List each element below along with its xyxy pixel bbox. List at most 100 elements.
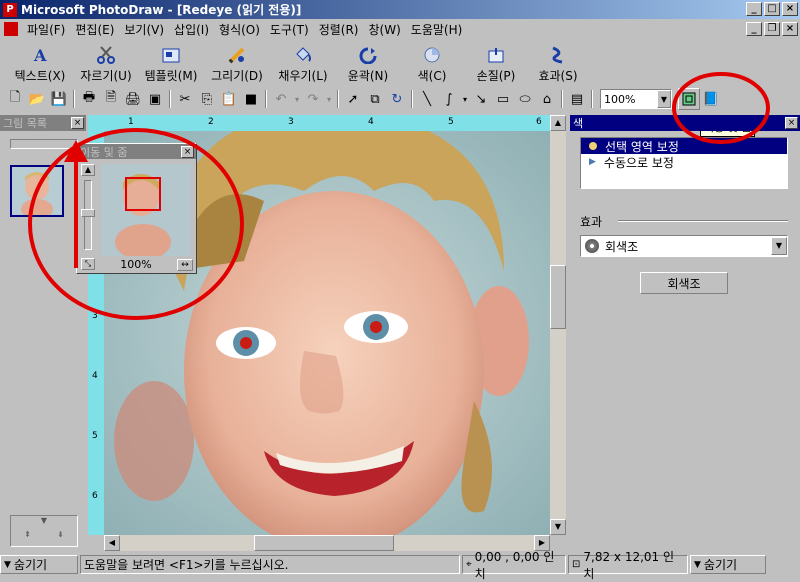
arrow-line-icon[interactable]: ↘ [470, 88, 492, 110]
doc-restore-button[interactable]: ❐ [764, 22, 780, 36]
hide-left-button[interactable]: ▼ 숨기기 [0, 555, 78, 574]
draw-button[interactable]: 그리기(D) [204, 41, 270, 87]
pan-zoom-title-bar[interactable]: 이동 및 줌 × [77, 144, 196, 159]
camera-icon[interactable]: ▣ [144, 88, 166, 110]
document-icon[interactable] [4, 22, 18, 36]
touchup-button[interactable]: 손질(P) [464, 41, 528, 87]
curve-dropdown-icon[interactable]: ▾ [460, 88, 470, 110]
scan-icon[interactable]: 🖨 [122, 88, 144, 110]
rotate-icon[interactable]: ↻ [386, 88, 408, 110]
draw-button-label: 그리기(D) [211, 69, 263, 83]
list-item-label: 수동으로 보정 [603, 155, 674, 170]
zoom-slider-thumb[interactable] [81, 209, 95, 217]
minimize-button[interactable]: _ [746, 2, 762, 16]
print-preview-icon[interactable]: 🗎 [100, 88, 122, 110]
standard-toolbar: 🗋 📂 💾 🖶 🗎 🖨 ▣ ✂ ⎘ 📋 ■ ↶ ▾ ↷ ▾ ➚ ⧉ ↻ ╲ ∫ … [4, 87, 744, 111]
undo-dropdown-icon[interactable]: ▾ [292, 88, 302, 110]
close-icon[interactable]: × [71, 117, 84, 129]
menu-help[interactable]: 도움말(H) [406, 21, 468, 38]
fit-width-icon[interactable]: ↔ [177, 259, 193, 271]
vertical-scroll-thumb[interactable] [550, 265, 566, 329]
undo-icon[interactable]: ↶ [270, 88, 292, 110]
menu-edit[interactable]: 편집(E) [70, 21, 119, 38]
picture-list-scroll-up[interactable] [10, 139, 78, 149]
ruler-h-6: 6 [536, 117, 542, 127]
effects-icon [547, 45, 569, 65]
doc-close-button[interactable]: × [782, 22, 798, 36]
outline-button[interactable]: 윤곽(N) [336, 41, 400, 87]
picture-thumbnail[interactable] [10, 165, 64, 217]
template-button[interactable]: 템플릿(M) [138, 41, 204, 87]
zoom-combo[interactable]: 100% ▼ [600, 89, 672, 109]
chevron-down-icon[interactable]: ▼ [771, 237, 787, 255]
horizontal-scroll-thumb[interactable] [254, 535, 394, 551]
scroll-up-icon[interactable]: ▲ [550, 115, 566, 131]
scroll-first-icon[interactable]: ⇞ [24, 530, 31, 539]
zoom-in-icon[interactable]: ▲ [81, 164, 95, 176]
effect-label: 효과 [580, 215, 603, 229]
ruler-h-4: 4 [368, 117, 374, 127]
copy-icon[interactable]: ⎘ [196, 88, 218, 110]
maximize-button[interactable]: □ [764, 2, 780, 16]
menu-tools[interactable]: 도구(T) [265, 21, 314, 38]
menu-insert[interactable]: 삽입(I) [169, 21, 214, 38]
text-icon: A [29, 45, 51, 65]
ruler-h-5: 5 [448, 117, 454, 127]
ruler-h-3: 3 [288, 117, 294, 127]
apply-grayscale-button[interactable]: 회색조 [640, 272, 728, 294]
pan-zoom-icon[interactable] [678, 88, 700, 110]
open-icon[interactable]: 📂 [26, 88, 48, 110]
format-painter-icon[interactable]: ■ [240, 88, 262, 110]
title-bar: P Microsoft PhotoDraw - [Redeye (읽기 전용)]… [0, 0, 800, 19]
fill-button[interactable]: 채우기(L) [270, 41, 336, 87]
menu-window[interactable]: 창(W) [364, 21, 406, 38]
save-icon[interactable]: 💾 [48, 88, 70, 110]
curve-icon[interactable]: ∫ [438, 88, 460, 110]
list-item-fix-selection[interactable]: 선택 영역 보정 [581, 138, 787, 154]
photodraw-app-icon[interactable]: P [3, 2, 17, 17]
text-box-icon[interactable]: ▤ [566, 88, 588, 110]
effects-button-label: 효과(S) [538, 69, 578, 83]
new-icon[interactable]: 🗋 [4, 88, 26, 110]
redo-icon[interactable]: ↷ [302, 88, 324, 110]
doc-minimize-button[interactable]: _ [746, 22, 762, 36]
zoom-fit-icon[interactable]: ⤡ [81, 258, 95, 270]
picture-list-icon[interactable]: ⧉ [364, 88, 386, 110]
cut-icon[interactable]: ✂ [174, 88, 196, 110]
autoshape-icon[interactable]: ⌂ [536, 88, 558, 110]
scroll-down-icon[interactable]: ▼ [11, 516, 77, 530]
pan-zoom-preview[interactable] [101, 164, 191, 256]
menu-format[interactable]: 형식(O) [214, 21, 265, 38]
print-icon[interactable]: 🖶 [78, 88, 100, 110]
close-icon[interactable]: × [181, 145, 194, 158]
menu-arrange[interactable]: 정렬(R) [314, 21, 364, 38]
menu-view[interactable]: 보기(V) [119, 21, 169, 38]
hide-right-button[interactable]: ▼ 숨기기 [690, 555, 766, 574]
scroll-down-icon[interactable]: ▼ [550, 519, 566, 535]
scroll-last-icon[interactable]: ⇟ [57, 530, 64, 539]
redo-dropdown-icon[interactable]: ▾ [324, 88, 334, 110]
book-icon[interactable]: 📘 [700, 88, 722, 110]
close-button[interactable]: × [782, 2, 798, 16]
effect-select[interactable]: 회색조 ▼ [580, 235, 788, 257]
ellipse-icon[interactable]: ⬭ [514, 88, 536, 110]
color-button[interactable]: 색(C) [400, 41, 464, 87]
rectangle-icon[interactable]: ▭ [492, 88, 514, 110]
pan-zoom-window: 이동 및 줌 × ▲ ⤡ 100% ↔ [76, 143, 197, 274]
arrow-right-icon: ▶ [589, 157, 596, 167]
menu-file[interactable]: 파일(F) [22, 21, 70, 38]
line-icon[interactable]: ╲ [416, 88, 438, 110]
close-icon[interactable]: × [785, 117, 798, 129]
paste-icon[interactable]: 📋 [218, 88, 240, 110]
list-item-fix-manually[interactable]: ▶ 수동으로 보정 [581, 154, 787, 170]
chevron-down-icon[interactable]: ▼ [657, 90, 671, 108]
effects-button[interactable]: 효과(S) [528, 41, 588, 87]
zoom-slider-track[interactable] [81, 180, 95, 250]
text-button[interactable]: A 텍스트(X) [6, 41, 74, 87]
scroll-left-icon[interactable]: ◀ [104, 535, 120, 551]
vertical-scrollbar[interactable]: ▲ ▼ [550, 115, 566, 535]
crop-button[interactable]: 자르기(U) [74, 41, 138, 87]
effect-divider [618, 220, 788, 222]
size-icon: ⊡ [572, 559, 581, 570]
pointer-icon[interactable]: ➚ [342, 88, 364, 110]
